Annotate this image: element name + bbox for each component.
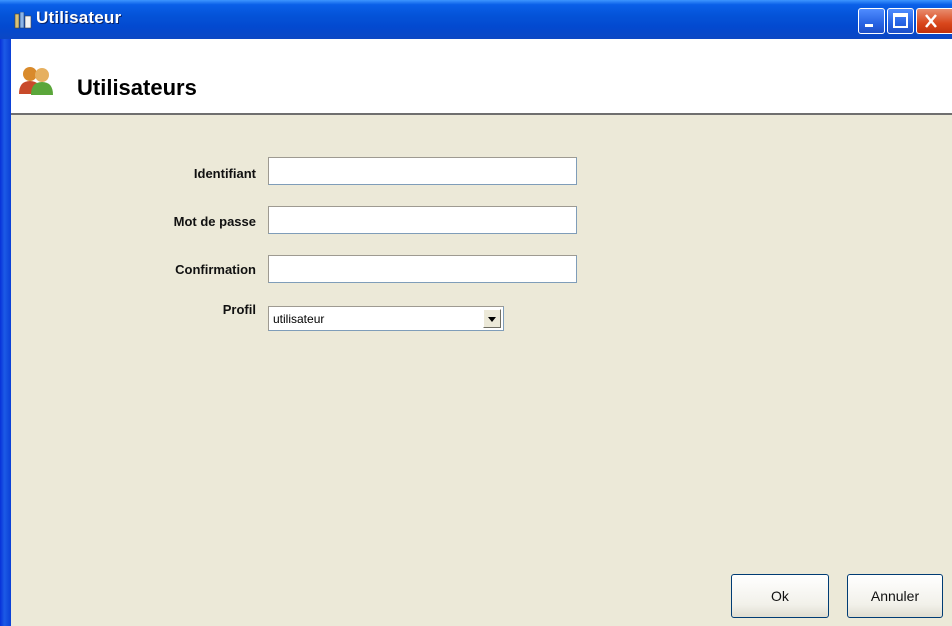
mot-de-passe-input[interactable] (268, 206, 577, 234)
mot-de-passe-label: Mot de passe (173, 214, 256, 229)
minimize-button[interactable] (858, 8, 885, 34)
close-button[interactable] (916, 8, 952, 34)
ok-button[interactable]: Ok (731, 574, 829, 618)
title-bar[interactable]: Utilisateur (0, 0, 952, 39)
user-dialog-window: Utilisateur Utilisateurs Identifiant Mot… (0, 0, 952, 626)
confirmation-input[interactable] (268, 255, 577, 283)
maximize-icon (893, 13, 908, 28)
confirmation-label: Confirmation (175, 262, 256, 277)
header-title: Utilisateurs (77, 75, 197, 100)
profil-select[interactable]: utilisateur (268, 306, 504, 331)
close-icon (925, 14, 937, 28)
minimize-icon (865, 24, 873, 27)
identifiant-input[interactable] (268, 157, 577, 185)
profil-label: Profil (222, 302, 256, 317)
cancel-button[interactable]: Annuler (847, 574, 943, 618)
identifiant-label: Identifiant (193, 166, 256, 181)
users-icon (19, 67, 53, 95)
window-title: Utilisateur (36, 8, 122, 27)
window-border-left (0, 0, 11, 626)
maximize-button[interactable] (887, 8, 914, 34)
chevron-down-icon[interactable] (483, 309, 501, 328)
profil-selected-value: utilisateur (273, 312, 325, 326)
app-icon (14, 12, 32, 29)
dialog-header: Utilisateurs (11, 39, 952, 115)
